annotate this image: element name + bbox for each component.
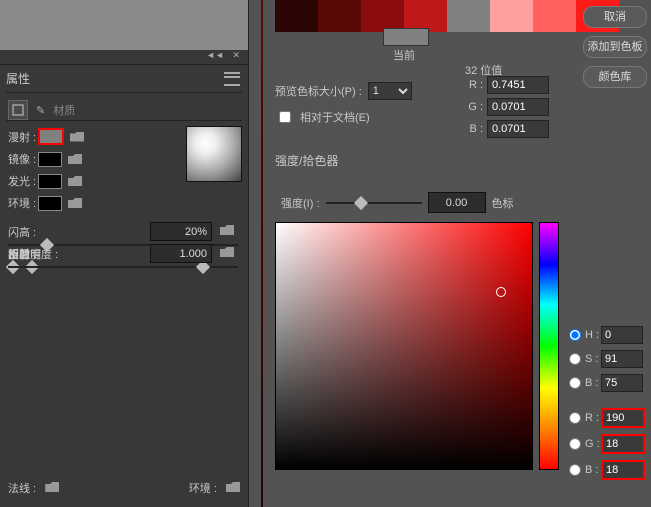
intensity-value[interactable] <box>428 192 486 213</box>
dialog-left-edge <box>261 0 263 507</box>
map-label: 发光 : <box>8 173 38 189</box>
normal-label: 法线 : <box>8 483 36 495</box>
folder-icon[interactable] <box>220 247 234 257</box>
g-float-input[interactable] <box>487 98 549 116</box>
g-label: G : <box>467 101 483 113</box>
slider-label: 闪高 : <box>8 224 68 240</box>
cancel-button[interactable]: 取消 <box>583 6 647 28</box>
slider-thumb[interactable] <box>353 195 367 209</box>
rgb-label: R : <box>585 412 601 424</box>
swatch[interactable] <box>318 0 361 32</box>
slider-value[interactable] <box>150 244 212 263</box>
relative-checkbox[interactable] <box>279 111 291 123</box>
hsb-label: B : <box>585 377 601 389</box>
map-swatch[interactable] <box>38 152 62 167</box>
intensity-title: 强度/拾色器 <box>275 152 338 169</box>
swatch[interactable] <box>447 0 490 32</box>
g-int-radio[interactable] <box>569 438 581 450</box>
b-label: B : <box>467 123 483 135</box>
folder-icon[interactable] <box>45 482 59 492</box>
relative-label: 相对于文档(E) <box>300 109 370 125</box>
folder-icon[interactable] <box>220 225 234 235</box>
divider <box>6 92 242 93</box>
brush-icon[interactable]: ✎ <box>36 104 45 117</box>
b-int-radio[interactable] <box>569 464 581 476</box>
add-swatch-button[interactable]: 添加到色板 <box>583 36 647 58</box>
h-input[interactable] <box>601 326 643 344</box>
env-label: 环境 : <box>189 483 217 495</box>
menu-icon[interactable] <box>224 72 240 86</box>
current-color-swatch[interactable] <box>383 28 429 46</box>
collapse-icon[interactable]: ◄◄ <box>206 50 224 60</box>
color-field[interactable] <box>275 222 533 470</box>
color-library-button[interactable]: 颜色库 <box>583 66 647 88</box>
close-icon[interactable]: ✕ <box>232 50 240 61</box>
map-swatch[interactable] <box>38 128 64 145</box>
slider-label: 折射 : <box>8 246 68 262</box>
bottom-row: 法线 : 环境 : <box>8 480 240 496</box>
material-picker-icon[interactable] <box>8 100 28 120</box>
panel-spacer <box>0 0 248 50</box>
hsb-label: H : <box>585 329 601 341</box>
rgb-label: B : <box>585 464 601 476</box>
b-int-input[interactable] <box>601 460 645 480</box>
panel-title: 属性 <box>6 70 30 87</box>
color-field-indicator[interactable] <box>496 287 506 297</box>
rgb-float-group: R : G : B : <box>467 76 549 142</box>
folder-icon[interactable] <box>68 154 82 164</box>
folder-icon[interactable] <box>226 482 240 492</box>
hsb-rgb-group: H : S : B : R : G : B : <box>569 326 645 486</box>
h-radio[interactable] <box>569 329 581 341</box>
folder-icon[interactable] <box>68 176 82 186</box>
map-swatch[interactable] <box>38 196 62 211</box>
s-radio[interactable] <box>569 353 581 365</box>
material-maps: 漫射 : 镜像 : 发光 : 环境 : <box>8 128 84 217</box>
preview-size-select[interactable]: 1 <box>368 82 412 100</box>
current-label: 当前 <box>393 47 415 63</box>
material-sliders: 闪高 :反射 :粗糙度 :凹凸 :不透明度 :折射 : <box>8 222 238 244</box>
properties-panel: ◄◄ ✕ 属性 ✎ 材质 漫射 : 镜像 : 发光 : 环境 : 闪高 :反射 :粗糙… <box>0 0 249 507</box>
swatch[interactable] <box>490 0 533 32</box>
g-int-input[interactable] <box>601 434 645 454</box>
preview-size-label: 预览色标大小(P) : <box>275 83 362 99</box>
b-input[interactable] <box>601 374 643 392</box>
hue-slider[interactable] <box>539 222 559 470</box>
map-swatch[interactable] <box>38 174 62 189</box>
b-radio[interactable] <box>569 377 581 389</box>
hsb-label: S : <box>585 353 601 365</box>
map-label: 镜像 : <box>8 151 38 167</box>
s-input[interactable] <box>601 350 643 368</box>
map-label: 环境 : <box>8 195 38 211</box>
folder-icon[interactable] <box>70 132 84 142</box>
swatch[interactable] <box>275 0 318 32</box>
r-label: R : <box>467 79 483 91</box>
intensity-suffix: 色标 <box>492 195 514 211</box>
color-picker-dialog: 当前 取消 添加到色板 颜色库 32 位值 R : G : B : 预览色标大小… <box>253 0 651 507</box>
intensity-slider[interactable] <box>326 202 422 204</box>
material-preview-sphere[interactable] <box>186 126 242 182</box>
divider <box>6 120 242 121</box>
r-int-radio[interactable] <box>569 412 581 424</box>
intensity-label: 强度(I) : <box>281 195 320 211</box>
folder-icon[interactable] <box>68 198 82 208</box>
b-float-input[interactable] <box>487 120 549 138</box>
swatch-row <box>275 0 619 32</box>
swatch[interactable] <box>533 0 576 32</box>
rgb-label: G : <box>585 438 601 450</box>
r-float-input[interactable] <box>487 76 549 94</box>
slider-value[interactable] <box>150 222 212 241</box>
r-int-input[interactable] <box>601 408 645 428</box>
material-label: 材质 <box>53 102 75 118</box>
map-label: 漫射 : <box>8 129 38 145</box>
panel-header-controls: ◄◄ ✕ <box>0 50 248 65</box>
